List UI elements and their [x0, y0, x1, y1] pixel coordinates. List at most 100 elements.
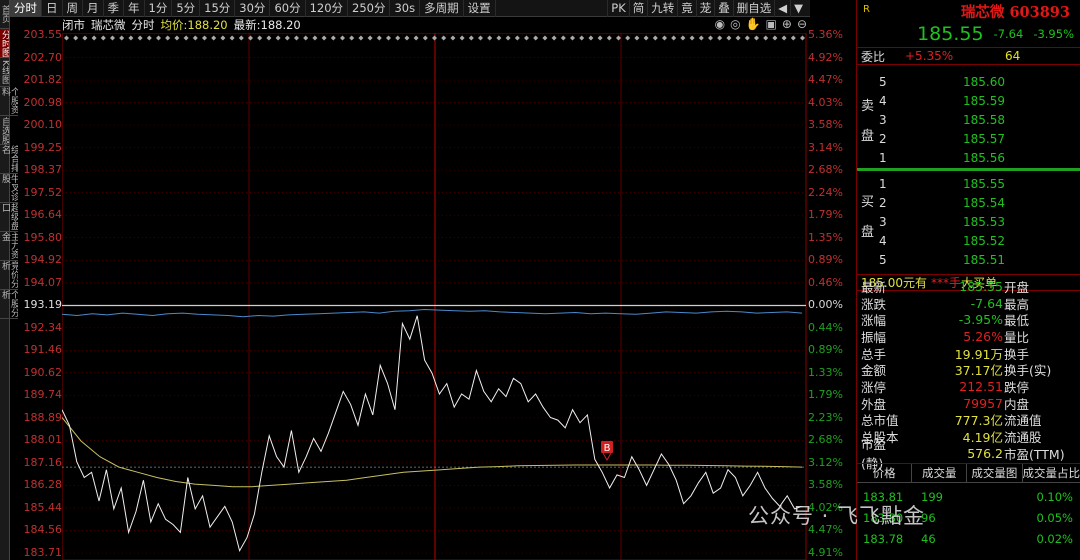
- tick-ratio: 0.05%: [1036, 510, 1073, 525]
- level-number: 1: [879, 177, 887, 191]
- period-tab[interactable]: 5分: [172, 0, 201, 17]
- y-tick-label: 192.34: [23, 320, 63, 334]
- period-tab[interactable]: 250分: [348, 0, 391, 17]
- period-tab[interactable]: 1分: [145, 0, 173, 17]
- time-marker: [211, 35, 217, 41]
- buy-level-row[interactable]: 5 185.51: [879, 251, 1069, 269]
- buy-level-row[interactable]: 1 185.55: [879, 175, 1069, 193]
- time-marker: [202, 35, 207, 41]
- y-pct-label: 3.14%: [808, 140, 843, 154]
- toolbar-right-button[interactable]: ▼: [790, 0, 806, 17]
- tick-column-header[interactable]: 成交量: [912, 464, 968, 482]
- avg-price-line: [62, 417, 803, 488]
- left-tab[interactable]: 首页: [0, 0, 9, 29]
- time-marker: [680, 35, 686, 41]
- level-price: 185.60: [963, 75, 1005, 89]
- time-marker: [358, 35, 364, 41]
- period-tab[interactable]: 多周期: [420, 0, 464, 17]
- period-tab[interactable]: 年: [124, 0, 145, 17]
- period-toolbar: 分时日周月季年 1分 5分 15分 30分 60分 120分 250分 30s 多周期 设置 PK 简…: [10, 0, 810, 17]
- stat-value: 79957: [963, 395, 1003, 411]
- hand-icon[interactable]: ✋: [746, 17, 761, 31]
- tick-column-header[interactable]: 成交量图: [967, 464, 1023, 482]
- period-tab[interactable]: 设置: [464, 0, 496, 17]
- y-tick-label: 188.01: [23, 433, 63, 447]
- left-tab[interactable]: K线图: [0, 58, 9, 87]
- sell-level-row[interactable]: 3 185.58: [879, 111, 1069, 129]
- plus-icon[interactable]: ⊕: [782, 17, 792, 31]
- time-marker: [643, 35, 649, 41]
- y-pct-label: 2.23%: [808, 410, 843, 424]
- buy-level-row[interactable]: 2 185.54: [879, 194, 1069, 212]
- stat-value: 212.51: [959, 378, 1003, 394]
- period-tab[interactable]: 月: [83, 0, 104, 17]
- y-tick-label: 184.56: [23, 523, 63, 537]
- sell-level-row[interactable]: 1 185.56: [879, 149, 1069, 167]
- time-marker: [662, 35, 667, 41]
- toolbar-right-button[interactable]: 九转: [647, 0, 677, 17]
- time-marker: [432, 35, 437, 41]
- toolbar-right-button[interactable]: 简: [628, 0, 648, 17]
- toolbar-right-button[interactable]: 竟: [677, 0, 696, 17]
- y-tick-label: 190.62: [23, 365, 63, 379]
- period-tab[interactable]: 60分: [270, 0, 306, 17]
- y-tick-label: 183.71: [23, 546, 63, 559]
- y-tick-label: 201.82: [23, 73, 63, 87]
- tick-column-header[interactable]: 成交量占比: [1023, 464, 1080, 482]
- tick-volume: 46: [921, 531, 936, 546]
- time-marker: [137, 35, 143, 41]
- quote-header: R 瑞芯微 603893: [857, 0, 1080, 21]
- time-marker: [800, 35, 805, 41]
- left-tab[interactable]: 分时图: [0, 29, 9, 58]
- y-pct-label: 4.92%: [808, 50, 843, 64]
- period-tab[interactable]: 15分: [200, 0, 236, 17]
- period-tab[interactable]: 120分: [306, 0, 349, 17]
- left-tab[interactable]: 自选股: [0, 116, 9, 145]
- tick-row: 183.78 46 0.02%: [857, 528, 1080, 549]
- buy-marker-arrow: [602, 452, 612, 461]
- time-marker: [349, 35, 355, 41]
- time-marker: [174, 35, 180, 41]
- intraday-chart[interactable]: B: [62, 33, 808, 560]
- watermark-text: 公众号 · 飞飞點金: [748, 504, 926, 528]
- sell-level-row[interactable]: 5 185.60: [879, 73, 1069, 91]
- y-tick-label: 185.44: [23, 500, 63, 514]
- time-marker: [468, 35, 474, 41]
- stat-value: 576.2: [967, 445, 1003, 461]
- y-tick-label: 198.37: [23, 163, 63, 177]
- period-tab[interactable]: 30分: [235, 0, 271, 17]
- toolbar-right-button[interactable]: ◀: [774, 0, 790, 17]
- stat-row: 外盘 79957 内盘: [857, 395, 1080, 412]
- toolbar-right-button[interactable]: 删自选: [732, 0, 775, 17]
- stock-name: 瑞芯微: [91, 18, 126, 32]
- y-tick-label: 197.52: [23, 185, 63, 199]
- period-tab[interactable]: 季: [104, 0, 124, 17]
- sell-level-row[interactable]: 4 185.59: [879, 92, 1069, 110]
- period-tab[interactable]: 日: [42, 0, 63, 17]
- eye-icon[interactable]: ◉: [715, 17, 725, 31]
- period-tab[interactable]: 分时: [10, 0, 42, 17]
- y-pct-label: 1.79%: [808, 388, 843, 402]
- sell-level-row[interactable]: 2 185.57: [879, 130, 1069, 148]
- time-marker: [790, 35, 796, 41]
- tick-column-header[interactable]: 价格: [857, 464, 913, 482]
- current-price: 185.55: [917, 23, 984, 45]
- y-tick-label: 188.89: [23, 410, 63, 424]
- stat-value: 4.19亿: [962, 430, 1003, 446]
- period-tab[interactable]: 周: [63, 0, 83, 17]
- buy-level-row[interactable]: 3 185.53: [879, 213, 1069, 231]
- y-tick-label: 196.64: [23, 208, 63, 222]
- toolbar-right-button[interactable]: 叠: [714, 0, 733, 17]
- level-number: 5: [879, 75, 887, 89]
- lock-icon[interactable]: ▣: [766, 17, 777, 31]
- y-tick-label: 203.55: [23, 28, 63, 41]
- sell-label: 卖: [861, 99, 875, 114]
- toolbar-right-button[interactable]: PK: [607, 0, 628, 17]
- eye-icon[interactable]: ◎: [730, 17, 740, 31]
- time-marker: [386, 35, 391, 41]
- toolbar-right-button[interactable]: 茏: [695, 0, 715, 17]
- level-number: 3: [879, 215, 887, 229]
- minus-icon[interactable]: ⊖: [797, 17, 807, 31]
- buy-level-row[interactable]: 4 185.52: [879, 232, 1069, 250]
- period-tab[interactable]: 30s: [390, 0, 421, 17]
